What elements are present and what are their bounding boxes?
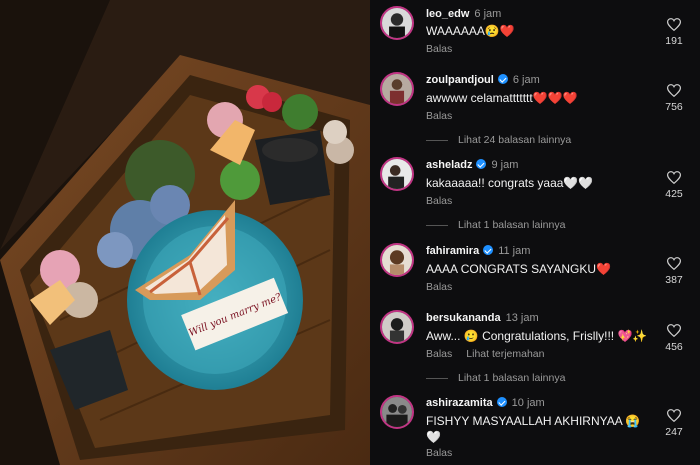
comment-time: 11 jam [498, 245, 531, 257]
like-count: 425 [665, 188, 683, 200]
avatar[interactable] [380, 395, 414, 429]
reply-bar: Balas [426, 195, 466, 207]
like-count: 247 [665, 426, 683, 438]
comment-time: 13 jam [505, 312, 539, 324]
comment-text: awwww celamattttttt❤️❤️❤️ [426, 91, 578, 105]
reply-bar: Balas [426, 447, 466, 459]
like-count: 191 [665, 35, 683, 47]
avatar[interactable] [380, 72, 414, 106]
like-count: 456 [665, 341, 683, 353]
like-group: 387 [654, 257, 694, 286]
verified-badge-icon [496, 397, 507, 407]
reply-button[interactable]: Balas [426, 348, 452, 360]
heart-icon[interactable] [667, 84, 681, 97]
comment-text: WAAAAAA😢❤️ [426, 24, 515, 38]
translate-button[interactable]: Lihat terjemahan [466, 348, 544, 360]
view-more-replies[interactable]: Lihat 1 balasan lainnya [426, 219, 565, 231]
comment-username[interactable]: bersukananda 13 jam [426, 312, 539, 324]
comment-username[interactable]: zoulpandjoul 6 jam [426, 74, 540, 86]
like-count: 387 [665, 274, 683, 286]
reply-button[interactable]: Balas [426, 281, 452, 293]
heart-icon[interactable] [667, 324, 681, 337]
comment-time: 6 jam [474, 8, 502, 20]
comment-time: 6 jam [512, 74, 540, 86]
reply-bar: Balas [426, 110, 466, 122]
heart-icon[interactable] [667, 171, 681, 184]
heart-icon[interactable] [667, 409, 681, 422]
proposal-box-illustration: Will you marry me? [0, 0, 370, 465]
like-group: 456 [654, 324, 694, 353]
like-group: 247 [654, 409, 694, 438]
verified-badge-icon [497, 74, 508, 84]
comment-username[interactable]: ashirazamita 10 jam [426, 397, 545, 409]
heart-icon[interactable] [667, 257, 681, 270]
comment-username[interactable]: fahiramira 11 jam [426, 245, 530, 257]
reply-bar: Balas [426, 281, 466, 293]
avatar[interactable] [380, 157, 414, 191]
like-group: 425 [654, 171, 694, 200]
comment-time: 9 jam [491, 159, 519, 171]
like-count: 756 [665, 101, 683, 113]
reply-bar: Balas [426, 43, 466, 55]
verified-badge-icon [483, 245, 494, 255]
reply-bar: Balas Lihat terjemahan [426, 348, 558, 360]
view-more-replies[interactable]: Lihat 1 balasan lainnya [426, 372, 565, 384]
reply-button[interactable]: Balas [426, 195, 452, 207]
comment-text: kakaaaaa!! congrats yaaa🤍🤍 [426, 176, 594, 190]
avatar[interactable] [380, 243, 414, 277]
comment-text: FISHYY MASYAALLAH AKHIRNYAA 😭🤍 [426, 414, 641, 444]
like-group: 191 [654, 18, 694, 47]
comment-text: AAAA CONGRATS SAYANGKU❤️ [426, 262, 611, 276]
avatar[interactable] [380, 310, 414, 344]
view-more-replies[interactable]: Lihat 24 balasan lainnya [426, 134, 571, 146]
reply-button[interactable]: Balas [426, 43, 452, 55]
reply-button[interactable]: Balas [426, 447, 452, 459]
avatar[interactable] [380, 6, 414, 40]
like-group: 756 [654, 84, 694, 113]
comment-username[interactable]: asheladz 9 jam [426, 159, 518, 171]
heart-icon[interactable] [667, 18, 681, 31]
verified-badge-icon [476, 159, 487, 169]
comment-text: Aww... 🥲 Congratulations, Frislly!!! 💖✨ [426, 329, 648, 343]
comments-panel: leo_edw 6 jam WAAAAAA😢❤️ Balas 191 zoulpa… [370, 0, 700, 465]
comment-time: 10 jam [511, 397, 545, 409]
reply-button[interactable]: Balas [426, 110, 452, 122]
screenshot: Will you marry me? leo_edw 6 jam WAAAAAA😢… [0, 0, 700, 465]
comment-username[interactable]: leo_edw 6 jam [426, 8, 501, 20]
post-photo: Will you marry me? [0, 0, 370, 465]
